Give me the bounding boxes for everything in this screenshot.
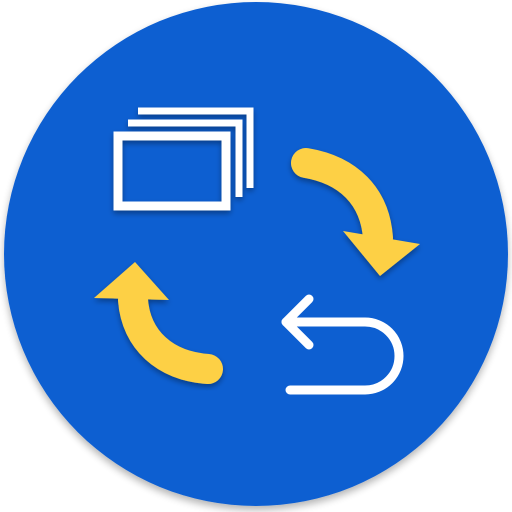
app-icon-graphic <box>4 2 508 506</box>
background-disc <box>4 2 508 506</box>
app-icon <box>0 0 512 512</box>
